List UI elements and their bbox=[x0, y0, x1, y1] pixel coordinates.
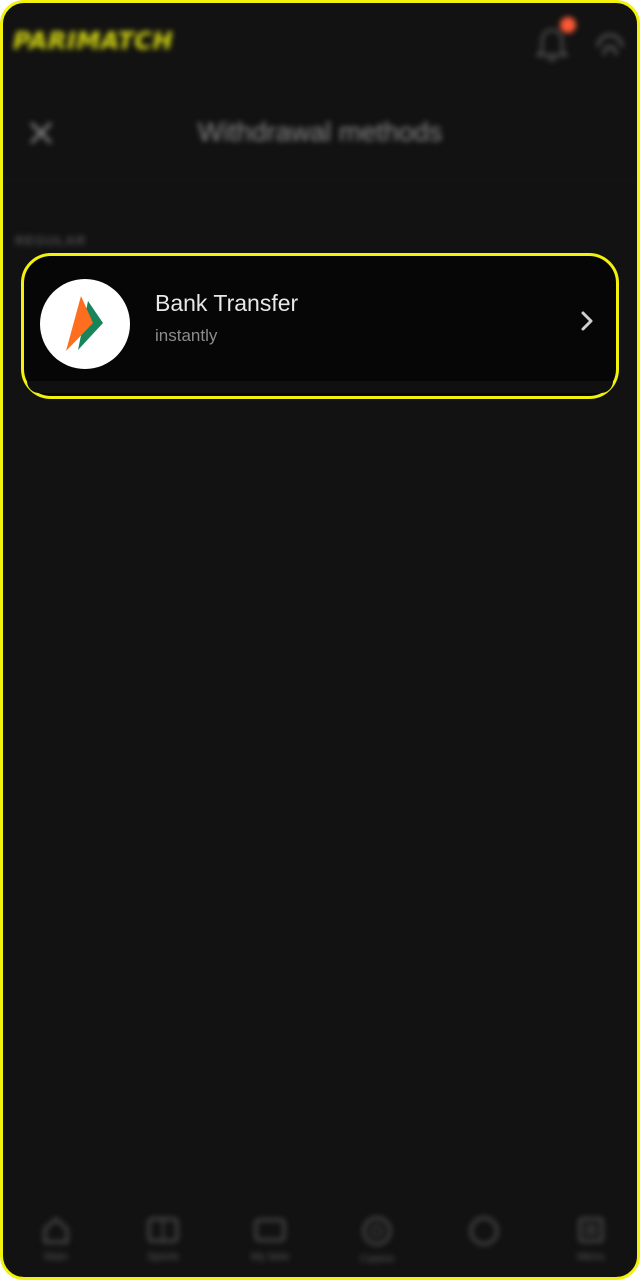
method-processing-time: instantly bbox=[155, 326, 218, 345]
nav-label: Main bbox=[44, 1251, 68, 1263]
nav-label: Sports bbox=[147, 1251, 179, 1263]
chevron-right-icon bbox=[581, 311, 593, 331]
nav-item-main[interactable]: Main bbox=[11, 1215, 101, 1263]
bank-transfer-logo-icon bbox=[40, 279, 130, 369]
page-header: Withdrawal methods bbox=[3, 95, 637, 175]
circle-icon bbox=[469, 1216, 499, 1246]
nav-item-extra[interactable] bbox=[439, 1215, 529, 1253]
phone-frame: PARIMATCH Withdrawal methods REGULAR Ban… bbox=[0, 0, 640, 1280]
sports-icon bbox=[147, 1217, 179, 1243]
nav-label: Menu bbox=[577, 1251, 605, 1263]
notification-bell-icon[interactable] bbox=[535, 27, 569, 63]
brand-logo[interactable]: PARIMATCH bbox=[13, 27, 173, 55]
home-icon bbox=[43, 1216, 69, 1244]
withdrawal-method-bank-transfer[interactable]: Bank Transfer instantly bbox=[21, 253, 619, 399]
notification-badge bbox=[560, 17, 576, 33]
account-icon[interactable] bbox=[593, 27, 627, 61]
nav-label: Casino bbox=[359, 1253, 395, 1265]
section-label: REGULAR bbox=[15, 233, 87, 248]
casino-icon bbox=[362, 1216, 392, 1246]
nav-item-menu[interactable]: Menu bbox=[546, 1215, 636, 1263]
bottom-nav: Main Sports My bets Casino Menu bbox=[3, 1199, 637, 1277]
header-divider bbox=[3, 179, 637, 180]
nav-label: My bets bbox=[250, 1251, 290, 1263]
nav-item-my-bets[interactable]: My bets bbox=[225, 1215, 315, 1263]
ticket-icon bbox=[254, 1218, 286, 1242]
top-bar: PARIMATCH bbox=[3, 3, 637, 87]
nav-item-casino[interactable]: Casino bbox=[332, 1215, 422, 1265]
menu-icon bbox=[578, 1217, 604, 1243]
nav-item-sports[interactable]: Sports bbox=[118, 1215, 208, 1263]
card-shade bbox=[27, 381, 613, 393]
page-title: Withdrawal methods bbox=[197, 117, 443, 147]
method-name: Bank Transfer bbox=[155, 290, 299, 316]
